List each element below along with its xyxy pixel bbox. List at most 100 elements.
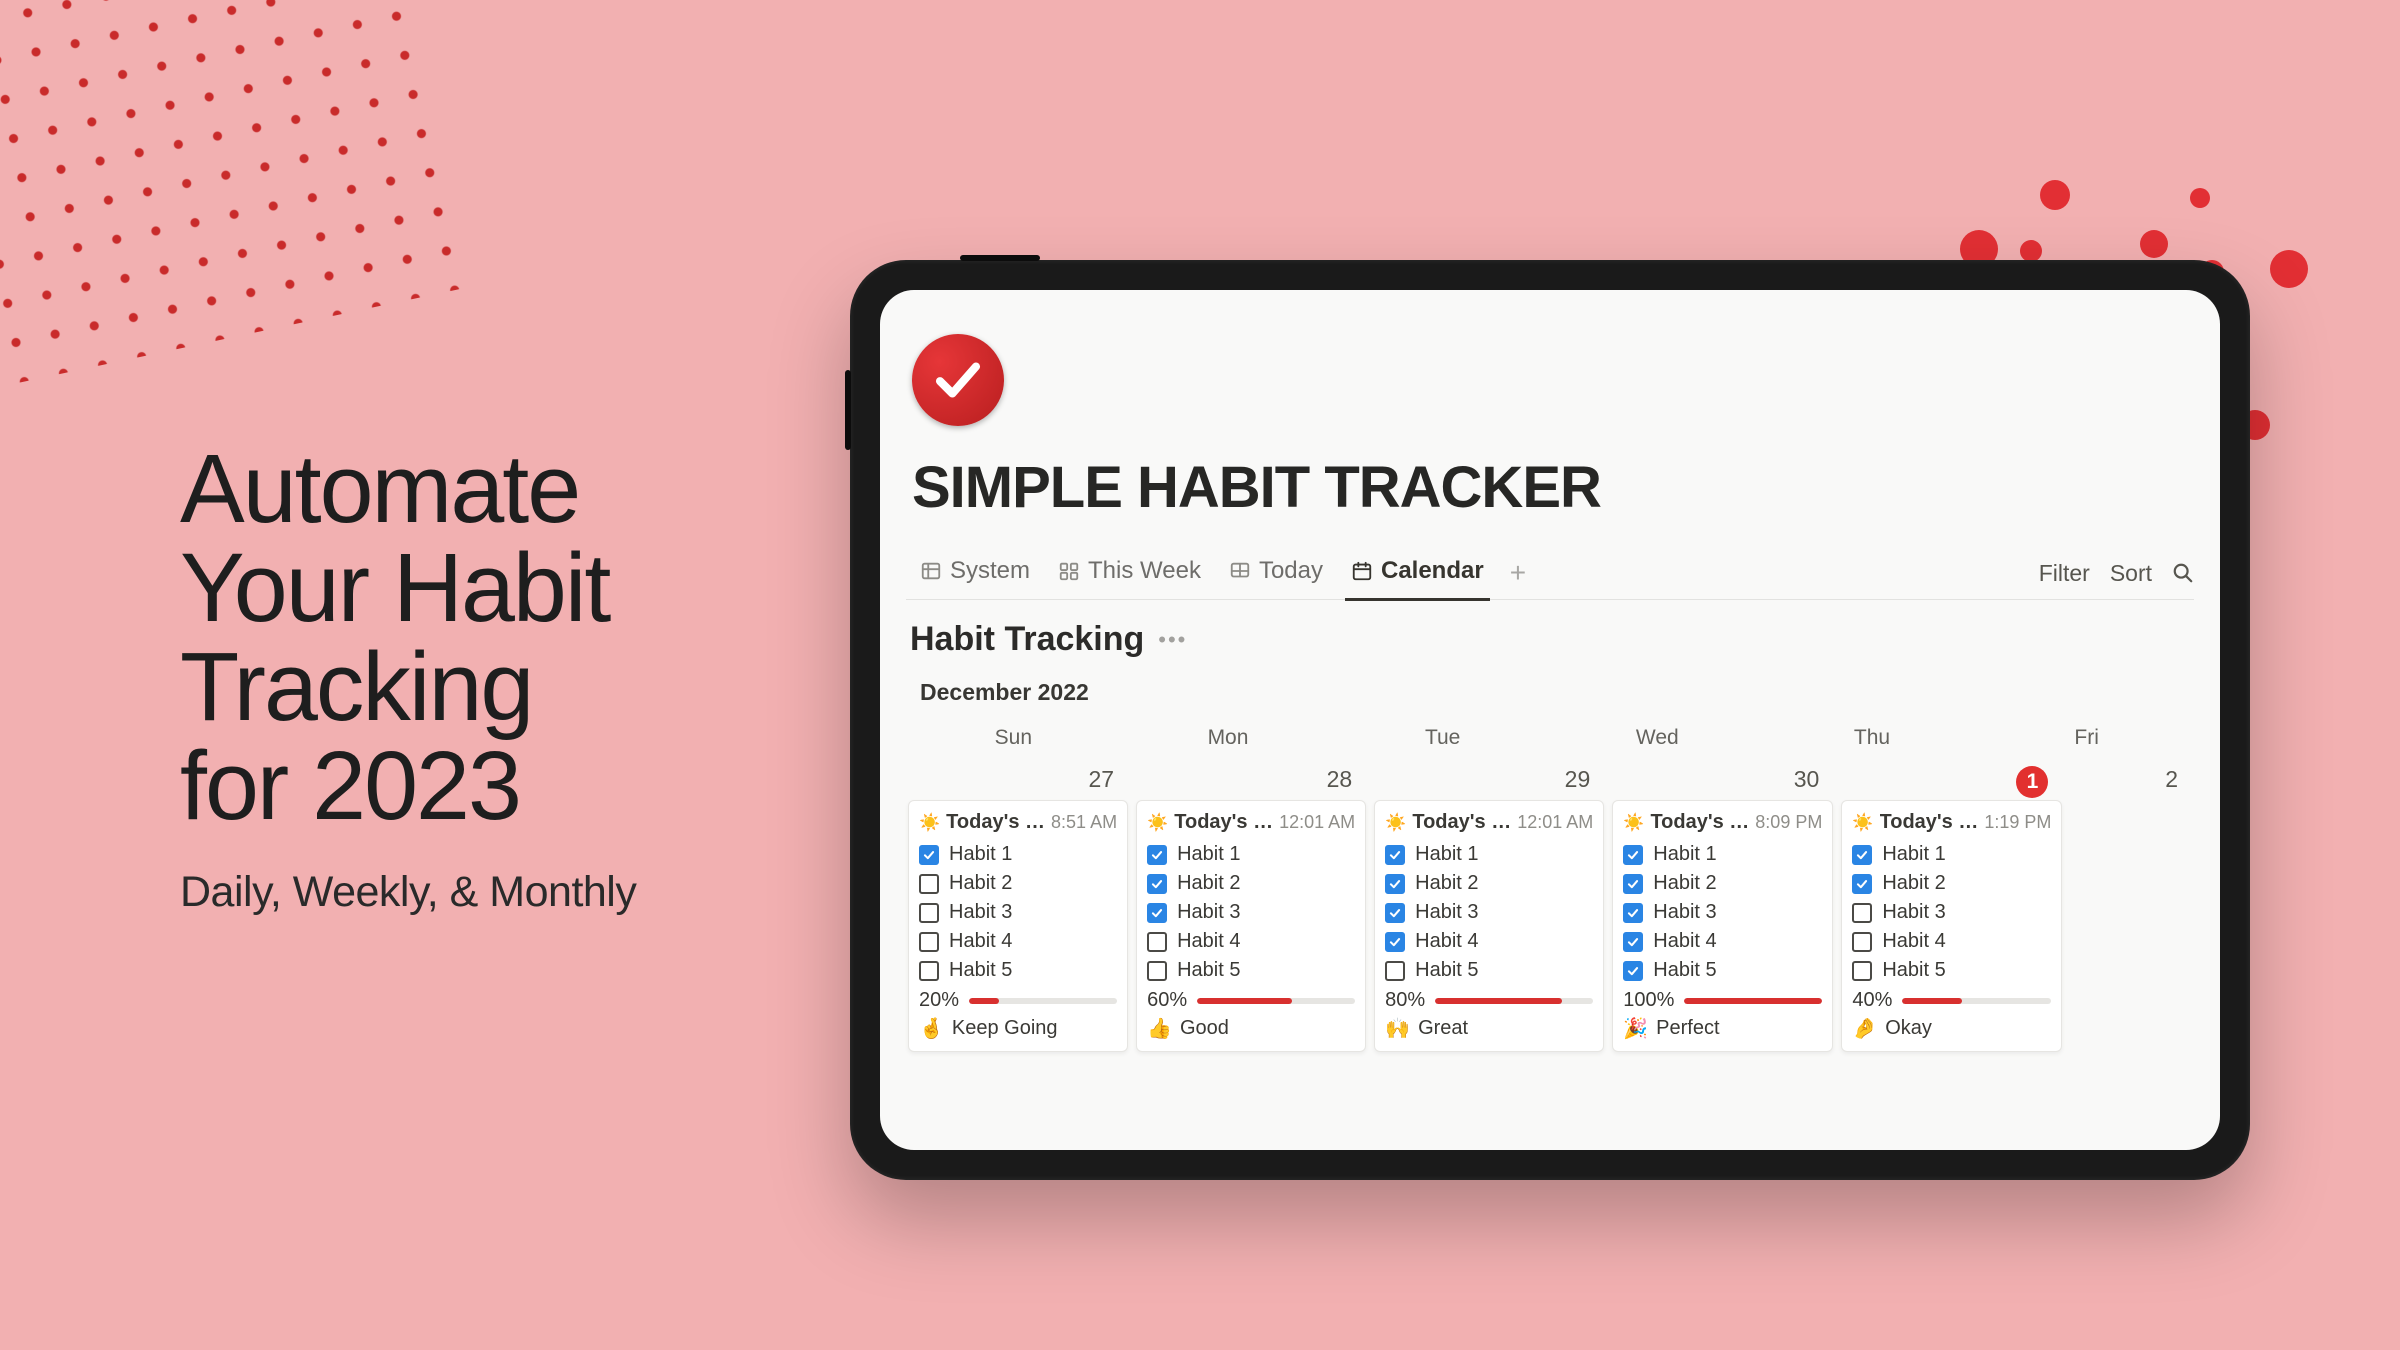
tablet-frame: SIMPLE HABIT TRACKER SystemThis WeekToda… <box>850 260 2250 1180</box>
tab-calendar[interactable]: Calendar <box>1337 547 1498 599</box>
status-emoji-icon: 🎉 <box>1623 1016 1648 1041</box>
gallery-icon <box>1229 560 1251 582</box>
day-card[interactable]: ☀️ Today's … 8:09 PM Habit 1 Habit 2 Hab… <box>1612 800 1833 1052</box>
tab-this-week[interactable]: This Week <box>1044 547 1215 599</box>
sort-button[interactable]: Sort <box>2110 560 2152 587</box>
habit-row: Habit 3 <box>1147 898 1355 927</box>
day-card[interactable]: ☀️ Today's … 1:19 PM Habit 1 Habit 2 Hab… <box>1841 800 2062 1052</box>
search-icon[interactable] <box>2172 562 2194 584</box>
habit-checkbox[interactable] <box>919 932 939 952</box>
habit-row: Habit 2 <box>1147 869 1355 898</box>
calendar-cell[interactable]: 30 ☀️ Today's … 8:09 PM Habit 1 Habit 2 … <box>1612 760 1833 1052</box>
habit-checkbox[interactable] <box>1623 903 1643 923</box>
calendar-cell[interactable]: 29 ☀️ Today's … 12:01 AM Habit 1 Habit 2… <box>1374 760 1604 1052</box>
calendar-cell[interactable]: 1 ☀️ Today's … 1:19 PM Habit 1 Habit 2 H… <box>1841 760 2062 1052</box>
habit-checkbox[interactable] <box>1147 903 1167 923</box>
tab-today[interactable]: Today <box>1215 547 1337 599</box>
today-badge: 1 <box>2016 766 2048 798</box>
habit-row: Habit 5 <box>1147 956 1355 985</box>
add-view-button[interactable]: + <box>1498 551 1538 595</box>
habit-checkbox[interactable] <box>1147 932 1167 952</box>
filter-button[interactable]: Filter <box>2039 560 2090 587</box>
card-time: 8:51 AM <box>1051 812 1117 833</box>
habit-row: Habit 3 <box>1852 898 2051 927</box>
progress-bar <box>1435 998 1593 1004</box>
habit-label: Habit 2 <box>1882 872 1945 895</box>
habit-checkbox[interactable] <box>1147 845 1167 865</box>
day-card[interactable]: ☀️ Today's … 12:01 AM Habit 1 Habit 2 Ha… <box>1374 800 1604 1052</box>
habit-label: Habit 3 <box>1415 901 1478 924</box>
hero-title: Automate Your Habit Tracking for 2023 <box>180 440 740 836</box>
tablet-screen: SIMPLE HABIT TRACKER SystemThis WeekToda… <box>880 290 2220 1150</box>
calendar-cell[interactable]: 2 <box>2070 760 2192 1052</box>
status-emoji-icon: 👍 <box>1147 1016 1172 1041</box>
sun-icon: ☀️ <box>1852 813 1873 833</box>
status-emoji-icon: 🤌 <box>1852 1016 1877 1041</box>
habit-label: Habit 3 <box>949 901 1012 924</box>
habit-checkbox[interactable] <box>1623 845 1643 865</box>
checkmark-icon <box>931 353 985 407</box>
tab-label: This Week <box>1088 557 1201 585</box>
date-number: 28 <box>1136 760 1366 800</box>
card-title: Today's … <box>1650 811 1749 834</box>
habit-row: Habit 2 <box>1623 869 1822 898</box>
sun-icon: ☀️ <box>1385 813 1406 833</box>
habit-checkbox[interactable] <box>1852 845 1872 865</box>
habit-checkbox[interactable] <box>919 903 939 923</box>
hero-subtitle: Daily, Weekly, & Monthly <box>180 868 740 917</box>
status-label: Good <box>1180 1017 1229 1040</box>
habit-checkbox[interactable] <box>1385 903 1405 923</box>
habit-label: Habit 2 <box>949 872 1012 895</box>
habit-row: Habit 1 <box>919 840 1117 869</box>
habit-label: Habit 5 <box>1177 959 1240 982</box>
weekday-label: Fri <box>1979 718 2194 760</box>
habit-label: Habit 2 <box>1177 872 1240 895</box>
view-tabs: System This Week Today Calendar <box>906 547 1498 599</box>
habit-checkbox[interactable] <box>1852 903 1872 923</box>
habit-checkbox[interactable] <box>1623 874 1643 894</box>
card-time: 12:01 AM <box>1279 812 1355 833</box>
habit-checkbox[interactable] <box>1623 932 1643 952</box>
database-title[interactable]: Habit Tracking <box>910 620 1144 659</box>
calendar-cell[interactable]: 27 ☀️ Today's … 8:51 AM Habit 1 Habit 2 … <box>908 760 1128 1052</box>
day-card[interactable]: ☀️ Today's … 12:01 AM Habit 1 Habit 2 Ha… <box>1136 800 1366 1052</box>
habit-checkbox[interactable] <box>919 845 939 865</box>
habit-label: Habit 1 <box>1882 843 1945 866</box>
habit-label: Habit 4 <box>1177 930 1240 953</box>
progress-bar <box>969 998 1117 1004</box>
date-number: 27 <box>908 760 1128 800</box>
day-card[interactable]: ☀️ Today's … 8:51 AM Habit 1 Habit 2 Hab… <box>908 800 1128 1052</box>
status-emoji-icon: 🙌 <box>1385 1016 1410 1041</box>
board-icon <box>1058 560 1080 582</box>
card-title: Today's … <box>946 811 1045 834</box>
habit-label: Habit 5 <box>949 959 1012 982</box>
habit-checkbox[interactable] <box>919 874 939 894</box>
habit-checkbox[interactable] <box>1147 961 1167 981</box>
progress-bar <box>1902 998 2051 1004</box>
card-time: 8:09 PM <box>1755 812 1822 833</box>
habit-label: Habit 1 <box>949 843 1012 866</box>
page-icon-checkmark[interactable] <box>912 334 1004 426</box>
calendar-cell[interactable]: 28 ☀️ Today's … 12:01 AM Habit 1 Habit 2… <box>1136 760 1366 1052</box>
database-menu-icon[interactable]: ••• <box>1158 627 1187 653</box>
habit-checkbox[interactable] <box>1385 845 1405 865</box>
habit-row: Habit 1 <box>1147 840 1355 869</box>
habit-checkbox[interactable] <box>1147 874 1167 894</box>
habit-checkbox[interactable] <box>1623 961 1643 981</box>
habit-label: Habit 3 <box>1882 901 1945 924</box>
calendar-header-row: SunMonTueWedThuFri <box>906 718 2194 760</box>
tab-label: Calendar <box>1381 557 1484 585</box>
habit-checkbox[interactable] <box>1385 932 1405 952</box>
habit-label: Habit 2 <box>1415 872 1478 895</box>
habit-checkbox[interactable] <box>1385 874 1405 894</box>
progress-percent: 100% <box>1623 989 1674 1012</box>
habit-checkbox[interactable] <box>1852 961 1872 981</box>
habit-checkbox[interactable] <box>1852 874 1872 894</box>
tab-system[interactable]: System <box>906 547 1044 599</box>
habit-checkbox[interactable] <box>919 961 939 981</box>
habit-checkbox[interactable] <box>1852 932 1872 952</box>
habit-checkbox[interactable] <box>1385 961 1405 981</box>
sun-icon: ☀️ <box>919 813 940 833</box>
weekday-label: Thu <box>1765 718 1980 760</box>
habit-row: Habit 4 <box>1852 927 2051 956</box>
